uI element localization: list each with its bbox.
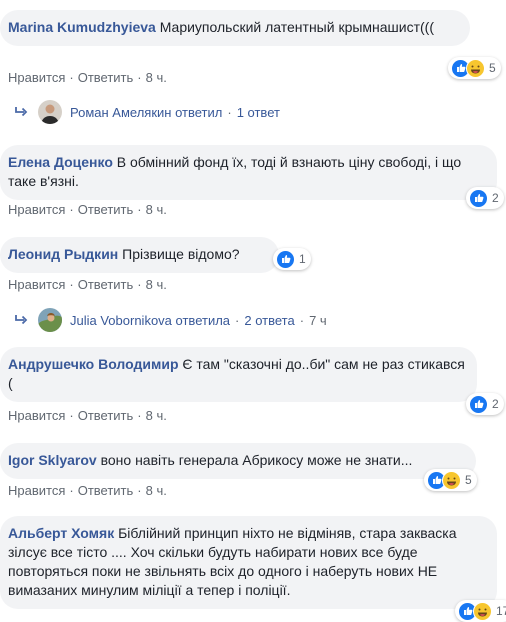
comment-author[interactable]: Елена Доценко xyxy=(8,154,113,170)
comment-actions: Нравится · Ответить · 8 ч. xyxy=(8,483,167,498)
haha-icon xyxy=(442,470,461,490)
reaction-summary[interactable]: 2 xyxy=(466,393,504,415)
haha-icon xyxy=(466,58,485,78)
separator: · xyxy=(69,408,74,423)
reply-button[interactable]: Ответить xyxy=(78,70,134,85)
comment-text: воно навіть генерала Абрикосу може не зн… xyxy=(100,452,413,468)
reaction-summary[interactable]: 5 xyxy=(424,469,477,491)
reaction-summary[interactable]: 2 xyxy=(466,187,504,209)
comment-time[interactable]: 8 ч. xyxy=(146,202,167,217)
reaction-count: 1 xyxy=(299,252,306,266)
reply-time[interactable]: 7 ч xyxy=(309,313,327,328)
comment-bubble: Елена Доценко В обмінний фонд їх, тоді й… xyxy=(0,145,497,200)
comment-text: Мариупольский латентный крымнашист((( xyxy=(159,19,435,35)
reply-count[interactable]: 2 ответа xyxy=(244,313,294,328)
like-button[interactable]: Нравится xyxy=(8,70,65,85)
comment-actions: Нравится · Ответить · 8 ч. xyxy=(8,70,167,85)
like-button[interactable]: Нравится xyxy=(8,202,65,217)
comment-author[interactable]: Marina Kumudzhyieva xyxy=(8,19,156,35)
comment-author[interactable]: Igor Sklyarov xyxy=(8,452,97,468)
comment-actions: Нравится · Ответить · 8 ч. xyxy=(8,408,167,423)
comment-author[interactable]: Альберт Хомяк xyxy=(8,525,114,541)
separator: · xyxy=(137,277,142,292)
reply-author[interactable]: Роман Амелякин xyxy=(70,105,171,120)
haha-icon xyxy=(473,601,492,621)
reaction-count: 5 xyxy=(465,473,472,487)
like-icon xyxy=(469,188,488,208)
separator: · xyxy=(69,277,74,292)
reply-button[interactable]: Ответить xyxy=(78,202,134,217)
reaction-summary[interactable]: 1 xyxy=(273,248,311,270)
reply-arrow-icon xyxy=(15,107,28,117)
separator: · xyxy=(235,312,240,328)
like-icon xyxy=(469,394,488,414)
reply-verb[interactable]: ответил xyxy=(175,105,222,120)
comment-time[interactable]: 8 ч. xyxy=(146,277,167,292)
replies-link[interactable]: Julia Vobornikova ответила · 2 ответа · 7 ч xyxy=(14,308,327,332)
reply-button[interactable]: Ответить xyxy=(78,408,134,423)
avatar[interactable] xyxy=(38,308,62,332)
comment-bubble: Igor Sklyarov воно навіть генерала Абрик… xyxy=(0,443,476,479)
replies-link[interactable]: Роман Амелякин ответил · 1 ответ xyxy=(14,100,280,124)
comment-bubble: Андрушечко Володимир Є там "сказочні до.… xyxy=(0,347,477,402)
comment-bubble: Marina Kumudzhyieva Мариупольский латент… xyxy=(0,10,470,46)
comment-author[interactable]: Леонид Рыдкин xyxy=(8,246,118,262)
reaction-summary[interactable]: 17 xyxy=(455,600,506,622)
comment-text: Прізвище відомо? xyxy=(122,246,240,262)
reply-arrow-icon xyxy=(15,315,28,325)
like-icon xyxy=(276,249,295,269)
reply-verb[interactable]: ответила xyxy=(176,313,231,328)
comment-actions: Нравится · Ответить · 8 ч. xyxy=(8,202,167,217)
reaction-summary[interactable]: 5 xyxy=(448,57,501,79)
comment-bubble: Альберт Хомяк Біблійний принцип ніхто не… xyxy=(0,516,497,609)
separator: · xyxy=(137,202,142,217)
reply-author[interactable]: Julia Vobornikova xyxy=(70,313,172,328)
reply-count[interactable]: 1 ответ xyxy=(237,105,280,120)
reaction-count: 17 xyxy=(496,604,506,618)
like-button[interactable]: Нравится xyxy=(8,408,65,423)
reaction-count: 2 xyxy=(492,397,499,411)
separator: · xyxy=(137,70,142,85)
reaction-count: 5 xyxy=(489,61,496,75)
separator: · xyxy=(227,104,232,120)
like-button[interactable]: Нравится xyxy=(8,277,65,292)
reaction-count: 2 xyxy=(492,191,499,205)
comment-time[interactable]: 8 ч. xyxy=(146,408,167,423)
avatar[interactable] xyxy=(38,100,62,124)
comment-time[interactable]: 8 ч. xyxy=(146,483,167,498)
separator: · xyxy=(69,202,74,217)
separator: · xyxy=(69,483,74,498)
separator: · xyxy=(69,70,74,85)
reply-button[interactable]: Ответить xyxy=(78,483,134,498)
separator: · xyxy=(137,483,142,498)
comment-actions: Нравится · Ответить · 8 ч. xyxy=(8,277,167,292)
comment-time[interactable]: 8 ч. xyxy=(146,70,167,85)
comment-bubble: Леонид Рыдкин Прізвище відомо? xyxy=(0,237,279,273)
like-button[interactable]: Нравится xyxy=(8,483,65,498)
separator: · xyxy=(299,312,305,328)
separator: · xyxy=(137,408,142,423)
comment-author[interactable]: Андрушечко Володимир xyxy=(8,356,179,372)
reply-button[interactable]: Ответить xyxy=(78,277,134,292)
